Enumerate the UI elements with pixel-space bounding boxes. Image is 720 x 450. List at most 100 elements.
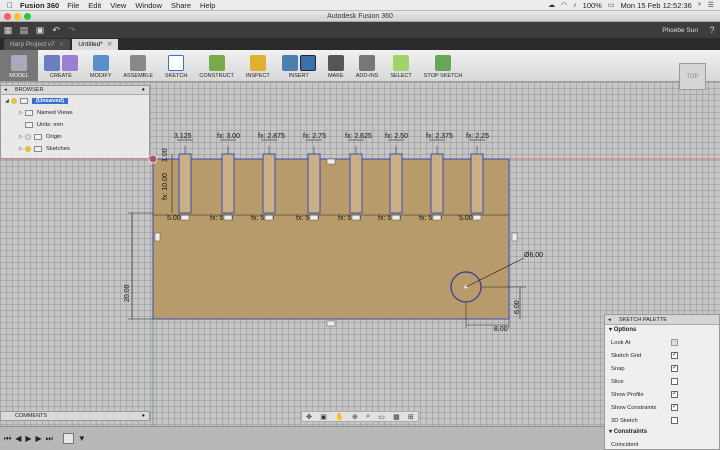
apple-icon[interactable]:  xyxy=(0,1,20,10)
browser-header[interactable]: ◂ BROWSER ● xyxy=(1,86,149,95)
browser-item-named-views[interactable]: ▷ Named Views xyxy=(1,107,149,119)
comments-panel[interactable]: COMMENTS ● xyxy=(0,411,150,421)
close-window-icon[interactable] xyxy=(4,13,11,20)
cloud-icon[interactable]: ☁ xyxy=(548,1,555,9)
redo-icon[interactable]: ↷ xyxy=(64,25,80,36)
slot-top-offset-dim[interactable]: 1.00 xyxy=(162,148,169,162)
collapse-icon[interactable]: ◂ xyxy=(4,86,7,95)
close-tab-icon[interactable]: ✕ xyxy=(59,39,64,50)
look-at-icon[interactable]: ▣ xyxy=(320,413,327,421)
pin-icon[interactable]: ● xyxy=(142,86,145,95)
ribbon-insert[interactable]: INSERT xyxy=(276,50,322,81)
zoom-icon[interactable]: ⊕ xyxy=(352,413,358,421)
viewports-icon[interactable]: ⊞ xyxy=(408,413,414,421)
slot-gap-dim[interactable]: 5.00 xyxy=(167,215,181,222)
timeline-marker-icon[interactable]: ▼ xyxy=(78,434,86,443)
slot-width-dim[interactable]: 3.125 xyxy=(174,133,192,140)
list-icon[interactable]: ☰ xyxy=(708,1,714,9)
menu-help[interactable]: Help xyxy=(200,1,215,10)
slot-width-dim[interactable]: fx: 3.00 xyxy=(217,133,240,140)
browser-item-units[interactable]: Units: mm xyxy=(1,119,149,131)
slot-gap-dim[interactable]: 5.00 xyxy=(459,215,473,222)
slot-width-dim[interactable]: fx: 2.75 xyxy=(303,133,326,140)
zoom-window-icon[interactable] xyxy=(24,13,31,20)
volume-icon[interactable]: ♪ xyxy=(573,2,577,9)
fit-icon[interactable]: ⌕ xyxy=(366,413,370,421)
collapse-icon[interactable]: ◂ xyxy=(608,315,611,325)
menu-window[interactable]: Window xyxy=(135,1,162,10)
ribbon-inspect[interactable]: INSPECT xyxy=(240,50,276,81)
document-name[interactable]: (Unsaved) xyxy=(32,98,69,104)
palette-section-options[interactable]: ▾ Options xyxy=(605,325,719,336)
tab-untitled[interactable]: Untitled* ✕ xyxy=(72,39,119,50)
menu-share[interactable]: Share xyxy=(171,1,191,10)
palette-option-row[interactable]: Show Profile ✓ xyxy=(605,388,719,401)
help-icon[interactable]: ? xyxy=(704,25,720,35)
clock[interactable]: Mon 15 Feb 12:52:36 xyxy=(620,1,691,10)
view-cube[interactable]: TOP xyxy=(679,63,706,90)
timeline-sketch-feature[interactable] xyxy=(62,433,74,444)
palette-section-constraints[interactable]: ▾ Constraints xyxy=(605,427,719,438)
circle-diameter-dim[interactable]: Ø6.00 xyxy=(524,252,543,259)
battery-icon[interactable]: ▭ xyxy=(608,1,615,9)
user-name[interactable]: Phoebe Sun xyxy=(662,27,698,34)
slot-width-dim[interactable]: fx: 2.375 xyxy=(426,133,453,140)
file-menu-icon[interactable]: ▤ xyxy=(16,25,32,36)
slot-height-dim[interactable]: fx: 10.00 xyxy=(162,173,169,200)
search-icon[interactable]: ⌕ xyxy=(698,1,702,9)
visibility-bulb-icon[interactable] xyxy=(25,146,31,152)
stop-sketch-button[interactable]: STOP SKETCH xyxy=(418,50,469,81)
palette-option-row[interactable]: Snap ✓ xyxy=(605,362,719,375)
plate-height-dim[interactable]: 20.00 xyxy=(124,284,131,302)
browser-item-origin[interactable]: ▷ Origin xyxy=(1,131,149,143)
browser-item-sketches[interactable]: ▷ Sketches xyxy=(1,143,149,155)
plate-profile[interactable] xyxy=(152,158,510,320)
ribbon-construct[interactable]: CONSTRUCT xyxy=(193,50,240,81)
slot-width-dim[interactable]: fx: 2.50 xyxy=(385,133,408,140)
go-to-start-icon[interactable]: ⏮ xyxy=(4,434,11,444)
circle-y-dim[interactable]: 6.00 xyxy=(514,300,521,314)
ribbon-select[interactable]: SELECT xyxy=(384,50,417,81)
palette-checkbox[interactable]: ✓ xyxy=(671,365,678,372)
ribbon-assemble[interactable]: ASSEMBLE xyxy=(117,50,159,81)
slot-width-dim[interactable]: fx: 2.625 xyxy=(345,133,372,140)
step-back-icon[interactable]: ◀ xyxy=(15,434,21,443)
workspace-switcher[interactable]: MODEL xyxy=(0,50,38,81)
palette-checkbox[interactable] xyxy=(671,378,678,385)
palette-checkbox[interactable]: ✓ xyxy=(671,391,678,398)
slot-width-dim[interactable]: fx: 2.25 xyxy=(466,133,489,140)
ribbon-make[interactable]: MAKE xyxy=(322,50,350,81)
display-settings-icon[interactable]: ▭ xyxy=(378,413,385,421)
undo-icon[interactable]: ↶ xyxy=(48,25,64,36)
palette-checkbox[interactable]: ✓ xyxy=(671,352,678,359)
tab-harp-project[interactable]: Harp Project v7 ✕ xyxy=(4,39,71,50)
palette-option-row[interactable]: Show Constraints ✓ xyxy=(605,401,719,414)
minimize-window-icon[interactable] xyxy=(14,13,21,20)
visibility-bulb-icon[interactable] xyxy=(11,98,17,104)
menu-edit[interactable]: Edit xyxy=(88,1,101,10)
palette-constraint-row[interactable]: Coincident xyxy=(605,438,719,450)
palette-option-row[interactable]: Look At xyxy=(605,336,719,349)
browser-root[interactable]: ◢ (Unsaved) xyxy=(1,95,149,107)
wifi-icon[interactable]: ◠ xyxy=(561,1,567,9)
palette-option-row[interactable]: Slice xyxy=(605,375,719,388)
step-forward-icon[interactable]: ▶ xyxy=(36,434,42,443)
visibility-bulb-icon[interactable] xyxy=(25,134,31,140)
pin-icon[interactable]: ● xyxy=(142,412,145,421)
circle-x-dim[interactable]: 8.00 xyxy=(494,326,508,333)
play-icon[interactable]: ▶ xyxy=(25,434,31,443)
palette-option-row[interactable]: 3D Sketch xyxy=(605,414,719,427)
data-panel-grid-icon[interactable]: ▦ xyxy=(0,25,16,36)
slot-width-dim[interactable]: fx: 2.875 xyxy=(258,133,285,140)
ribbon-addins[interactable]: ADD-INS xyxy=(350,50,385,81)
grid-settings-icon[interactable]: ▦ xyxy=(393,413,400,421)
palette-header[interactable]: ◂ SKETCH PALETTE xyxy=(605,315,719,325)
save-icon[interactable]: ▣ xyxy=(32,25,48,36)
ribbon-create[interactable]: CREATE xyxy=(38,50,84,81)
ribbon-modify[interactable]: MODIFY xyxy=(84,50,117,81)
palette-option-row[interactable]: Sketch Grid ✓ xyxy=(605,349,719,362)
close-tab-icon[interactable]: ✕ xyxy=(107,39,112,50)
palette-checkbox[interactable]: ✓ xyxy=(671,404,678,411)
go-to-end-icon[interactable]: ⏭ xyxy=(46,434,53,444)
pan-hand-icon[interactable]: ✋ xyxy=(335,413,344,421)
